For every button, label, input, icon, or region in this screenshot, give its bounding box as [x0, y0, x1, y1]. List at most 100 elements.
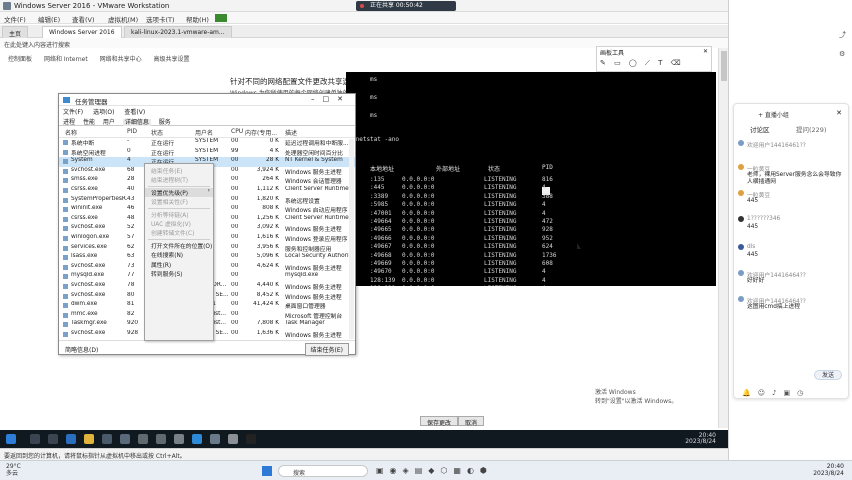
menu-tabs[interactable]: 选项卡(T): [146, 14, 175, 24]
task-manager-menu: 文件(F) 选项(O) 查看(V): [59, 106, 355, 116]
app-icon[interactable]: [192, 434, 202, 444]
explorer-icon[interactable]: [84, 434, 94, 444]
windows-start-icon[interactable]: [262, 466, 272, 476]
save-changes-button[interactable]: 保存更改: [420, 416, 459, 427]
start-icon[interactable]: [6, 434, 16, 444]
cmd-taskbar-icon[interactable]: [246, 434, 256, 444]
console-cell-foreign: 0.0.0.0:0: [402, 226, 435, 234]
chat-toolbar[interactable]: 🔔☺♪▣◷: [742, 389, 810, 397]
draw-tool-panel[interactable]: 画板工具 ✕ ✎ ▭ ◯ ⟋ T ⌫: [596, 46, 712, 72]
breadcrumb-control-panel[interactable]: 控制面板: [8, 56, 32, 63]
guest-scrollbar[interactable]: [718, 48, 728, 428]
tm-menu-file[interactable]: 文件(F): [63, 109, 83, 116]
share-icon[interactable]: ⤴: [839, 30, 846, 40]
draw-tools[interactable]: ✎ ▭ ◯ ⟋ T ⌫: [600, 59, 684, 68]
process-cell-name: dwm.exe: [71, 301, 98, 308]
process-icon: [63, 245, 68, 251]
close-icon[interactable]: ✕: [703, 48, 708, 55]
menu-edit[interactable]: 编辑(E): [38, 14, 60, 24]
menu-help[interactable]: 帮助(H): [186, 14, 209, 24]
process-cell-desc: Windows 启动应用程序: [285, 208, 348, 215]
power-on-icon[interactable]: [215, 14, 227, 22]
process-cell-desc: Windows 登录应用程序: [285, 236, 348, 243]
console-cell-state: LISTENING: [484, 184, 517, 192]
console-cell-local: 128:139: [370, 276, 396, 284]
window-controls[interactable]: –□✕: [311, 95, 351, 103]
context-menu-item[interactable]: 在线搜索(N): [145, 250, 213, 259]
task-manager-taskbar-icon[interactable]: [228, 434, 238, 444]
guest-clock[interactable]: 20:40 2023/8/24: [685, 433, 716, 445]
tab-services[interactable]: 服务: [159, 119, 171, 126]
col-description[interactable]: 描述: [285, 128, 297, 137]
process-row[interactable]: 系统空闲进程 0 正在运行 SYSTEM 99 4 K 处理器空闲时间百分比: [59, 148, 355, 158]
breadcrumb-network[interactable]: 网络和 Internet: [44, 56, 88, 63]
server-manager-icon[interactable]: [102, 434, 112, 444]
col-status[interactable]: 状态: [151, 128, 163, 137]
weather-widget[interactable]: 29°C 多云: [6, 463, 21, 477]
app-icon[interactable]: [174, 434, 184, 444]
console-cell-pid: 952: [542, 234, 553, 242]
app-icon[interactable]: [210, 434, 220, 444]
settings-icon[interactable]: [156, 434, 166, 444]
col-memory[interactable]: 内存(专用...: [245, 128, 279, 137]
activate-windows-watermark: 激活 Windows 转到"设置"以激活 Windows。: [595, 388, 677, 406]
breadcrumb-sharing-center[interactable]: 网络和共享中心: [100, 56, 142, 63]
avatar: [738, 270, 744, 276]
col-cpu[interactable]: CPU: [231, 128, 243, 135]
command-prompt[interactable]: ms ms ms >netstat -ano 本地地址 外部地址 状态 PID …: [346, 72, 716, 286]
task-view-icon[interactable]: [48, 434, 58, 444]
fewer-details-link[interactable]: 简略信息(D): [65, 345, 98, 354]
console-cell-foreign: 0.0.0.0:0: [402, 209, 435, 217]
close-icon[interactable]: ✕: [836, 109, 842, 117]
context-menu-item[interactable]: 打开文件所在的位置(O): [145, 241, 213, 250]
settings-icon[interactable]: ⚙: [839, 50, 845, 58]
context-menu-item[interactable]: 转到服务(S): [145, 269, 213, 278]
process-icon: [63, 149, 68, 155]
host-clock[interactable]: 20:40 2023/8/24: [813, 463, 844, 477]
console-cell-state: LISTENING: [484, 234, 517, 242]
console-cell-foreign: 0.0.0.0:0: [402, 285, 435, 286]
process-row[interactable]: 系统中断 - 正在运行 SYSTEM 00 0 K 延迟过程调用和中断服...: [59, 138, 355, 148]
pinned-apps[interactable]: ▣◉◈▤◆⬡▦◐⬢: [376, 466, 493, 475]
col-pid[interactable]: PID: [127, 128, 137, 135]
control-panel-icon[interactable]: [138, 434, 148, 444]
process-cell-desc: Windows 会话管理器: [285, 179, 342, 186]
breadcrumb-advanced-sharing[interactable]: 高级共享设置: [154, 56, 190, 63]
col-user[interactable]: 用户名: [195, 128, 213, 137]
scrollbar-thumb[interactable]: [721, 51, 727, 81]
context-menu-item[interactable]: 设置优先级(P) ›: [145, 187, 213, 198]
live-group-tab[interactable]: + 直播小组: [758, 110, 789, 119]
task-manager-titlebar[interactable]: 任务管理器 –□✕: [59, 94, 355, 106]
tab-windows-server[interactable]: Windows Server 2016: [42, 26, 122, 38]
menu-file[interactable]: 文件(F): [4, 14, 26, 24]
send-button[interactable]: 发送: [814, 370, 842, 380]
tab-performance[interactable]: 性能: [83, 119, 95, 126]
tab-kali-linux[interactable]: kali-linux-2023.1-vmware-am...: [124, 26, 232, 38]
tab-processes[interactable]: 进程: [63, 119, 75, 126]
screen-share-bar[interactable]: 正在共享 00:50:42: [356, 1, 456, 11]
tab-details[interactable]: 详细信息: [122, 119, 151, 126]
tm-menu-view[interactable]: 查看(V): [124, 109, 145, 116]
menu-view[interactable]: 查看(V): [72, 14, 95, 24]
process-cell-cpu: 00: [231, 185, 239, 192]
col-name[interactable]: 名称: [65, 128, 77, 137]
tab-questions[interactable]: 提问(229): [796, 124, 826, 134]
context-menu-item[interactable]: 属性(R): [145, 260, 213, 269]
host-search-box[interactable]: 搜索: [278, 465, 368, 477]
cancel-button[interactable]: 取消: [458, 416, 485, 427]
task-manager-tabs: 进程 性能 用户 详细信息 服务: [59, 116, 355, 126]
chat-text: 445: [747, 224, 759, 230]
tab-discussion[interactable]: 讨论区: [750, 124, 770, 134]
tab-users[interactable]: 用户: [103, 119, 115, 126]
process-cell-mem: 264 K: [262, 176, 279, 183]
console-cell-local: :3389: [370, 192, 389, 200]
end-task-button[interactable]: 结束任务(E): [304, 343, 349, 356]
process-table-scrollbar[interactable]: [349, 139, 354, 339]
search-icon[interactable]: [30, 434, 40, 444]
tm-menu-options[interactable]: 选项(O): [93, 109, 114, 116]
tab-home[interactable]: 主页: [2, 26, 29, 38]
edge-icon[interactable]: [66, 434, 76, 444]
process-cell-mem: 3,956 K: [256, 243, 279, 250]
menu-vm[interactable]: 虚拟机(M): [108, 14, 138, 24]
powershell-icon[interactable]: [120, 434, 130, 444]
